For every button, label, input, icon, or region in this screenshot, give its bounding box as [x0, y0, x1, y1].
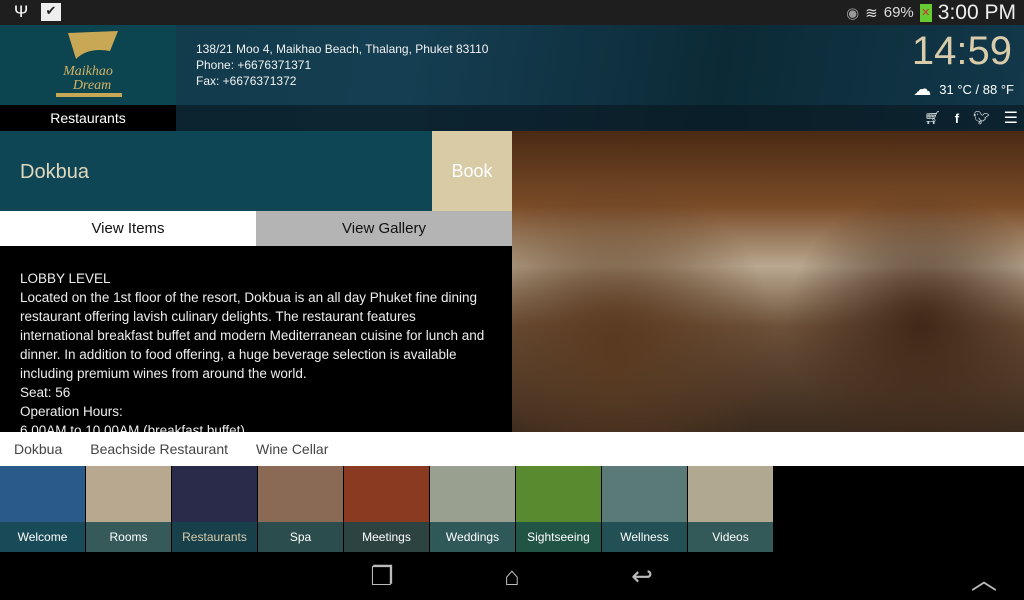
tile-rooms[interactable]: Rooms — [86, 466, 171, 552]
tab-view-items[interactable]: View Items — [0, 211, 256, 246]
bag-check-icon: ✔ — [41, 3, 61, 21]
tile-label: Rooms — [86, 522, 171, 552]
category-tiles: Welcome Rooms Restaurants Spa Meetings Weddin… — [0, 466, 1024, 552]
tile-label: Sightseeing — [516, 522, 601, 552]
tile-label: Spa — [258, 522, 343, 552]
temperature: 31 °C / 88 °F — [939, 82, 1014, 97]
section-title: Restaurants — [0, 105, 176, 131]
cloud-sun-icon: ☁ — [913, 79, 932, 99]
battery-icon: ✕ — [919, 3, 932, 22]
tile-sightseeing[interactable]: Sightseeing — [516, 466, 601, 552]
tile-label: Weddings — [430, 522, 515, 552]
restaurant-submenu: Dokbua Beachside Restaurant Wine Cellar — [0, 432, 1024, 466]
wifi-icon: ≋ — [865, 4, 878, 22]
tile-welcome[interactable]: Welcome — [0, 466, 85, 552]
cart-icon[interactable]: 🛒︎ — [924, 110, 941, 126]
tile-meetings[interactable]: Meetings — [344, 466, 429, 552]
address: 138/21 Moo 4, Maikhao Beach, Thalang, Ph… — [196, 42, 489, 56]
tile-videos[interactable]: Videos — [688, 466, 773, 552]
logo[interactable]: Maikhao Dream — [0, 25, 176, 105]
submenu-wine-cellar[interactable]: Wine Cellar — [256, 441, 328, 457]
svg-text:Dream: Dream — [72, 78, 111, 93]
restaurant-title: Dokbua — [0, 131, 432, 211]
status-bar: Ψ ✔ ◉ ≋ 69% ✕ 3:00 PM — [0, 0, 1024, 25]
book-button[interactable]: Book — [432, 131, 512, 211]
weather: ☁ 31 °C / 88 °F — [913, 79, 1014, 100]
chevron-up-icon[interactable]: ︿ — [954, 560, 1014, 595]
desc-hours: 6.00AM to 10.00AM (breakfast buffet) — [20, 423, 245, 432]
tile-spa[interactable]: Spa — [258, 466, 343, 552]
nav-bar: ❐ ⌂ ↩ ︿ — [0, 552, 1024, 600]
menu-icon[interactable]: ☰ — [1004, 108, 1018, 128]
tile-wellness[interactable]: Wellness — [602, 466, 687, 552]
header: Maikhao Dream 138/21 Moo 4, Maikhao Beac… — [0, 25, 1024, 131]
battery-percent: 69% — [883, 4, 914, 21]
home-icon[interactable]: ⌂ — [482, 560, 542, 592]
back-icon[interactable]: ↩ — [612, 560, 672, 592]
svg-text:Maikhao: Maikhao — [62, 64, 113, 79]
tile-label: Meetings — [344, 522, 429, 552]
submenu-dokbua[interactable]: Dokbua — [14, 441, 62, 457]
submenu-beachside[interactable]: Beachside Restaurant — [90, 441, 228, 457]
tile-label: Videos — [688, 522, 773, 552]
tile-restaurants[interactable]: Restaurants — [172, 466, 257, 552]
desc-level: LOBBY LEVEL — [20, 271, 111, 286]
desc-hours-label: Operation Hours: — [20, 404, 123, 419]
clock: 14:59 — [911, 29, 1012, 73]
tile-label: Wellness — [602, 522, 687, 552]
restaurant-description[interactable]: LOBBY LEVEL Located on the 1st floor of … — [0, 246, 512, 432]
fax: Fax: +6676371372 — [196, 74, 297, 88]
tab-view-gallery[interactable]: View Gallery — [256, 211, 512, 246]
desc-text: Located on the 1st floor of the resort, … — [20, 290, 485, 381]
tile-weddings[interactable]: Weddings — [430, 466, 515, 552]
contact-info: 138/21 Moo 4, Maikhao Beach, Thalang, Ph… — [196, 41, 488, 89]
eye-icon: ◉ — [846, 4, 860, 22]
tile-label: Restaurants — [172, 522, 257, 552]
phone: Phone: +6676371371 — [196, 58, 312, 72]
logo-image: Maikhao Dream — [56, 31, 122, 97]
tile-label: Welcome — [0, 522, 85, 552]
sub-bar: Restaurants 🛒︎ f 🐦︎ ☰ — [0, 105, 1024, 131]
facebook-icon[interactable]: f — [955, 111, 959, 126]
twitter-icon[interactable]: 🐦︎ — [973, 110, 990, 126]
status-time: 3:00 PM — [937, 0, 1016, 24]
usb-icon: Ψ — [14, 2, 29, 21]
desc-seats: Seat: 56 — [20, 385, 71, 400]
restaurant-photo — [512, 131, 1024, 432]
recent-apps-icon[interactable]: ❐ — [352, 560, 412, 592]
